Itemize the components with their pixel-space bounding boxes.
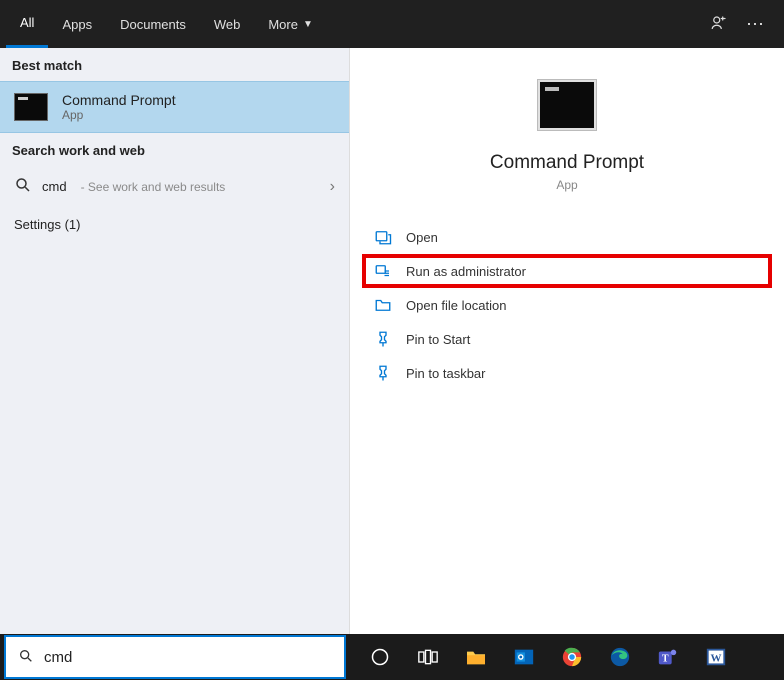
folder-icon xyxy=(374,297,392,313)
outlook-icon[interactable] xyxy=(500,634,548,680)
action-label: Run as administrator xyxy=(406,264,526,279)
preview-title: Command Prompt xyxy=(490,152,644,174)
tab-documents[interactable]: Documents xyxy=(106,0,200,48)
settings-label: Settings (1) xyxy=(14,217,80,232)
main-content: Best match Command Prompt App Search wor… xyxy=(0,48,784,634)
pin-icon xyxy=(374,331,392,347)
tabs: All Apps Documents Web More ▼ xyxy=(6,0,327,48)
action-label: Pin to Start xyxy=(406,332,470,347)
tab-label: All xyxy=(20,15,34,30)
action-label: Open xyxy=(406,230,438,245)
command-prompt-icon xyxy=(538,80,596,130)
actions-list: Open Run as administrator Open file loca… xyxy=(350,220,784,390)
tab-label: Documents xyxy=(120,17,186,32)
search-tabs-bar: All Apps Documents Web More ▼ xyxy=(0,0,784,48)
svg-text:W: W xyxy=(711,653,722,665)
cortana-icon[interactable] xyxy=(356,634,404,680)
word-icon[interactable]: W xyxy=(692,634,740,680)
chevron-down-icon: ▼ xyxy=(303,19,313,30)
search-input[interactable] xyxy=(44,649,332,666)
action-pin-to-start[interactable]: Pin to Start xyxy=(362,322,772,356)
chevron-right-icon: › xyxy=(330,178,335,196)
settings-results[interactable]: Settings (1) xyxy=(0,207,349,242)
preview-header: Command Prompt App xyxy=(350,66,784,220)
preview-panel: Command Prompt App Open Run as administr… xyxy=(350,48,784,634)
feedback-icon[interactable] xyxy=(710,14,728,35)
chrome-icon[interactable] xyxy=(548,634,596,680)
preview-subtitle: App xyxy=(556,178,577,192)
search-icon xyxy=(14,176,32,197)
svg-text:T: T xyxy=(662,654,669,665)
command-prompt-icon xyxy=(14,93,48,121)
task-view-icon[interactable] xyxy=(404,634,452,680)
search-web-header: Search work and web xyxy=(0,133,349,166)
best-match-header: Best match xyxy=(0,48,349,81)
teams-icon[interactable]: T xyxy=(644,634,692,680)
search-web-hint: - See work and web results xyxy=(81,180,226,194)
tab-web[interactable]: Web xyxy=(200,0,255,48)
tab-apps[interactable]: Apps xyxy=(48,0,106,48)
search-web-item[interactable]: cmd - See work and web results › xyxy=(0,166,349,207)
action-run-as-administrator[interactable]: Run as administrator xyxy=(362,254,772,288)
tab-all[interactable]: All xyxy=(6,0,48,48)
best-match-title: Command Prompt xyxy=(62,92,176,108)
action-label: Open file location xyxy=(406,298,506,313)
file-explorer-icon[interactable] xyxy=(452,634,500,680)
topbar-actions xyxy=(710,0,778,48)
admin-icon xyxy=(374,263,392,279)
search-icon xyxy=(18,648,34,667)
best-match-text: Command Prompt App xyxy=(62,92,176,122)
open-icon xyxy=(374,229,392,245)
action-label: Pin to taskbar xyxy=(406,366,486,381)
more-options-icon[interactable] xyxy=(746,14,764,35)
search-web-query: cmd xyxy=(42,179,67,194)
pin-icon xyxy=(374,365,392,381)
taskbar: T W xyxy=(0,634,784,680)
results-panel: Best match Command Prompt App Search wor… xyxy=(0,48,350,634)
action-pin-to-taskbar[interactable]: Pin to taskbar xyxy=(362,356,772,390)
edge-icon[interactable] xyxy=(596,634,644,680)
action-open-file-location[interactable]: Open file location xyxy=(362,288,772,322)
tab-more[interactable]: More ▼ xyxy=(254,0,327,48)
best-match-item[interactable]: Command Prompt App xyxy=(0,81,349,133)
tab-label: Apps xyxy=(62,17,92,32)
tab-label: More xyxy=(268,17,298,32)
best-match-subtitle: App xyxy=(62,108,176,122)
action-open[interactable]: Open xyxy=(362,220,772,254)
tab-label: Web xyxy=(214,17,241,32)
taskbar-icons: T W xyxy=(350,634,740,680)
search-box[interactable] xyxy=(4,635,346,679)
